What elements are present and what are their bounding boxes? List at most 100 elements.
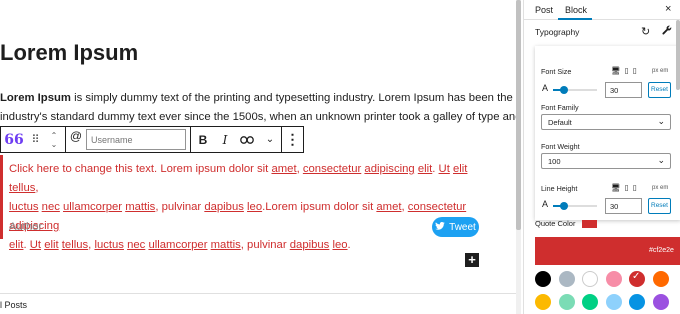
linked-word[interactable]: mattis — [125, 201, 155, 213]
tweet-button[interactable]: Tweet — [432, 217, 479, 237]
mention-icon[interactable]: @ — [66, 127, 86, 152]
linked-word[interactable]: adipiscing — [364, 163, 414, 175]
line-height-units[interactable]: px em — [652, 185, 668, 191]
linked-word[interactable]: elit — [453, 163, 467, 175]
editor-canvas: Lorem Ipsum Lorem Ipsum is simply dummy … — [0, 0, 520, 314]
editor-scrollbar[interactable] — [516, 0, 521, 314]
font-family-value: Default — [548, 118, 572, 127]
linked-word[interactable]: leo — [332, 239, 347, 251]
post-title[interactable]: Lorem Ipsum — [0, 40, 138, 66]
drag-handle-icon[interactable]: ⠿ — [27, 127, 43, 152]
color-swatch[interactable] — [535, 294, 551, 310]
move-down-icon[interactable]: ⌄ — [51, 140, 58, 149]
link-icon[interactable] — [235, 127, 259, 152]
line-height-slider-thumb[interactable] — [560, 202, 568, 210]
quote-color-label: Quote Color — [535, 219, 576, 228]
quote-color-swatch[interactable] — [582, 220, 597, 228]
font-size-input[interactable]: 30 — [605, 82, 642, 98]
color-swatch[interactable] — [558, 294, 575, 310]
linked-word[interactable]: consectetur — [303, 163, 361, 175]
tablet-icon[interactable]: ▯ — [625, 183, 629, 192]
reset-icon[interactable]: ↻ — [641, 25, 650, 38]
linked-word[interactable]: mattis — [211, 239, 241, 251]
desktop-icon[interactable]: 🖥 — [611, 66, 621, 75]
tablet-icon[interactable]: ▯ — [625, 66, 629, 75]
color-swatch[interactable] — [652, 271, 669, 287]
linked-word[interactable]: dapibus — [290, 239, 330, 251]
add-block-icon[interactable]: + — [465, 253, 479, 267]
bold-button[interactable]: B — [191, 127, 215, 152]
wrench-icon[interactable] — [662, 25, 672, 38]
move-up-icon[interactable]: ⌃ — [51, 131, 58, 140]
sidebar-scrollbar[interactable] — [676, 20, 680, 90]
linked-word[interactable]: tellus — [62, 239, 88, 251]
tab-post[interactable]: Post — [535, 5, 553, 15]
typography-header: Typography ↻ — [524, 20, 680, 42]
linked-word[interactable]: dapibus — [204, 201, 244, 213]
format-group: B I ⌄ — [191, 127, 282, 152]
color-swatch[interactable] — [652, 294, 669, 310]
linked-word[interactable]: leo — [247, 201, 262, 213]
username-input[interactable]: Username — [86, 129, 186, 150]
quote-fragment: .Lorem ipsum dolor sit — [262, 201, 377, 213]
block-type-group: 66 ⠿ ⌃ ⌄ — [1, 127, 66, 152]
linked-word[interactable]: elit — [44, 239, 58, 251]
linked-word[interactable]: Ut — [439, 163, 450, 175]
color-swatch[interactable] — [535, 271, 551, 287]
mobile-icon[interactable]: ▯ — [633, 183, 637, 192]
breadcrumb[interactable]: l Posts — [0, 293, 520, 314]
sidebar-tabs: Post Block × — [524, 0, 680, 20]
font-size-units[interactable]: px em — [652, 68, 668, 74]
color-swatch[interactable] — [605, 271, 622, 287]
linked-word[interactable]: amet — [376, 201, 401, 213]
linked-word[interactable]: ullamcorper — [63, 201, 122, 213]
font-size-reset-button[interactable]: Reset — [648, 82, 671, 98]
color-swatch[interactable] — [558, 271, 575, 287]
linked-word[interactable]: consectetur — [408, 201, 466, 213]
linked-word[interactable]: luctus — [94, 239, 124, 251]
linked-word[interactable]: Ut — [30, 239, 41, 251]
tab-block[interactable]: Block — [565, 5, 587, 15]
color-swatch[interactable] — [629, 294, 645, 310]
block-options-icon[interactable]: ⋮ — [282, 127, 303, 152]
desktop-icon[interactable]: 🖥 — [611, 183, 621, 192]
color-swatch[interactable] — [582, 271, 598, 287]
author-field[interactable]: Author — [9, 221, 42, 233]
line-height-input[interactable]: 30 — [605, 198, 642, 214]
line-height-reset-button[interactable]: Reset — [648, 198, 671, 214]
linked-word[interactable]: ullamcorper — [148, 239, 207, 251]
quote-line-3: elit. Ut elit tellus, luctus nec ullamco… — [9, 236, 487, 255]
linked-word[interactable]: elit — [9, 239, 23, 251]
mobile-icon[interactable]: ▯ — [633, 66, 637, 75]
quote-fragment: , pulvinar — [155, 201, 205, 213]
color-swatch[interactable] — [605, 294, 622, 310]
color-swatch[interactable] — [582, 294, 598, 310]
font-family-select[interactable]: Default ⌄ — [541, 114, 671, 130]
editor-scrollbar-thumb[interactable] — [516, 0, 521, 230]
quote-block[interactable]: Click here to change this text. Lorem ip… — [0, 155, 487, 251]
italic-button[interactable]: I — [215, 127, 235, 152]
paragraph-line-1: Lorem Ipsum is simply dummy text of the … — [0, 89, 513, 108]
linked-word[interactable]: tellus — [9, 182, 35, 194]
line-height-range-icon: A — [542, 199, 549, 209]
linked-word[interactable]: luctus — [9, 201, 39, 213]
color-indicator-bar[interactable]: #cf2e2e — [535, 237, 680, 265]
quote-fragment: , — [35, 182, 39, 194]
linked-word[interactable]: amet — [271, 163, 296, 175]
quote-line-2: luctus nec ullamcorper mattis, pulvinar … — [9, 198, 487, 236]
font-size-range-icon: A — [542, 83, 549, 93]
paragraph-block[interactable]: Lorem Ipsum is simply dummy text of the … — [0, 89, 520, 127]
quote-fragment: . — [347, 239, 351, 251]
color-swatch[interactable] — [629, 271, 645, 287]
quote-block-icon[interactable]: 66 — [1, 127, 27, 152]
more-formats-chevron-icon[interactable]: ⌄ — [259, 127, 281, 152]
quote-text[interactable]: Click here to change this text. Lorem ip… — [9, 160, 487, 255]
font-weight-select[interactable]: 100 ⌄ — [541, 153, 671, 169]
font-size-slider-thumb[interactable] — [560, 86, 568, 94]
quote-fragment: Click here to change this text. Lorem ip… — [9, 163, 272, 175]
tweet-label: Tweet — [449, 221, 476, 233]
close-icon[interactable]: × — [665, 3, 671, 15]
linked-word[interactable]: nec — [127, 239, 145, 251]
linked-word[interactable]: nec — [42, 201, 60, 213]
linked-word[interactable]: elit — [418, 163, 432, 175]
